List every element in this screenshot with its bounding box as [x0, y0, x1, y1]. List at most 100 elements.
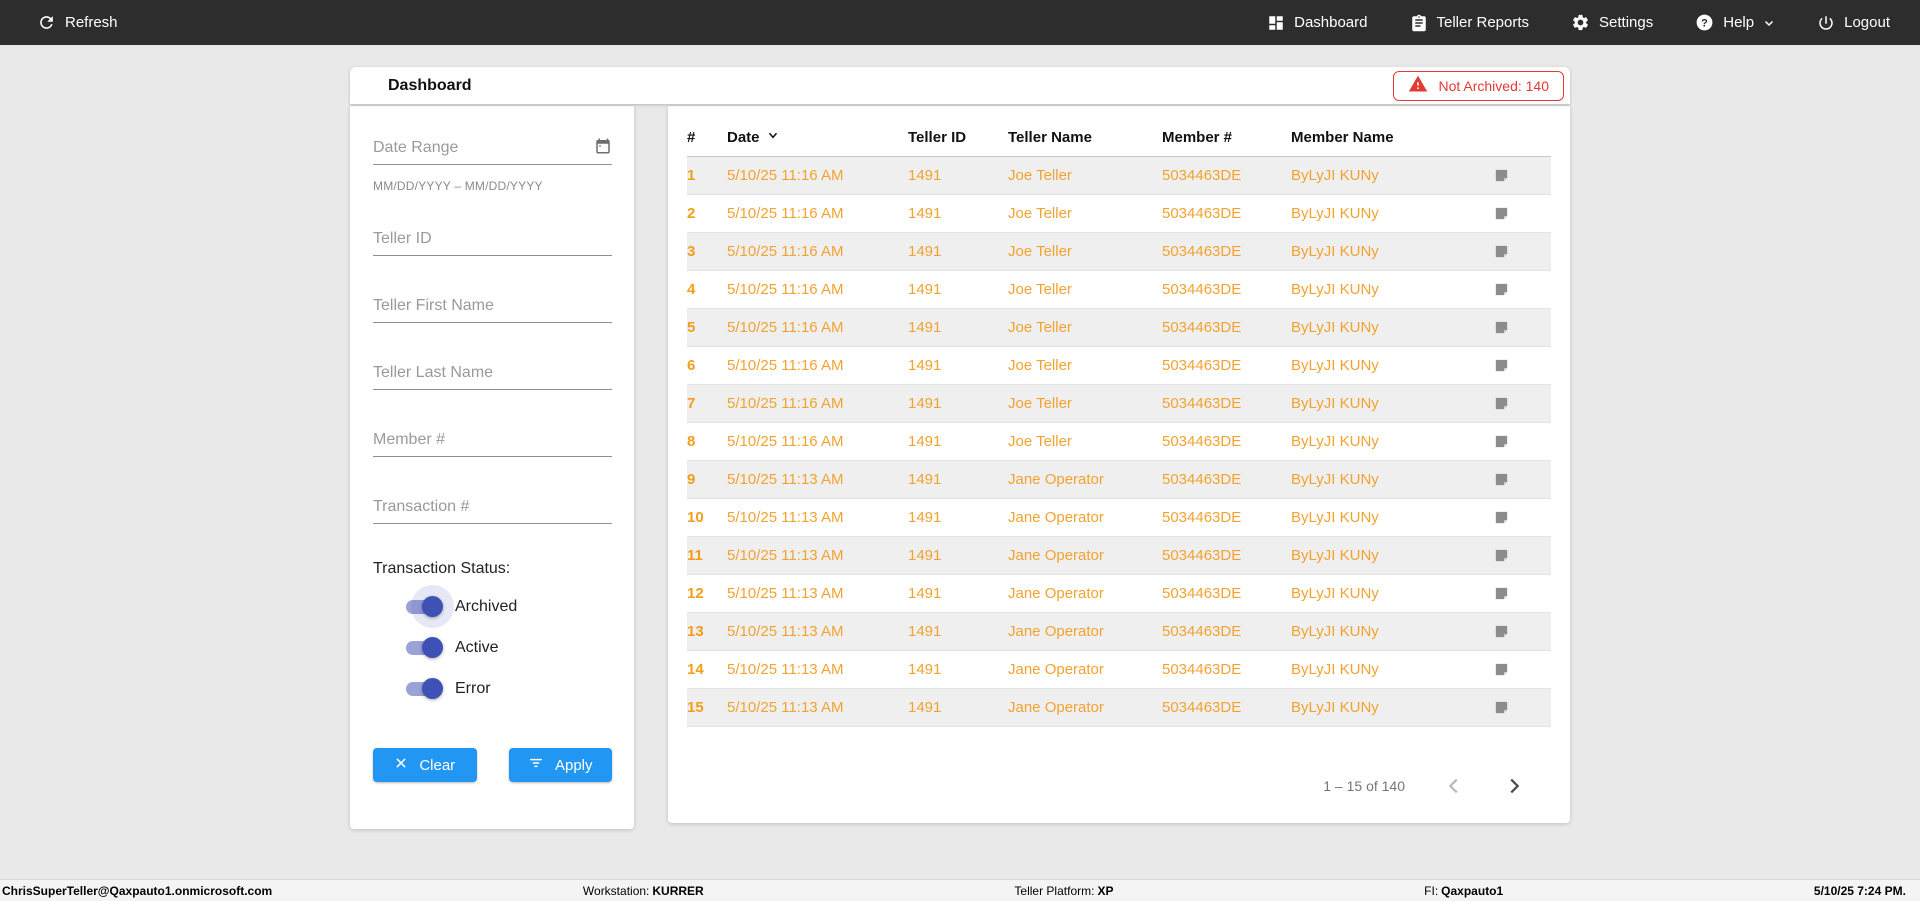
table-row[interactable]: 9 5/10/25 11:13 AM 1491 Jane Operator 50…	[687, 461, 1551, 499]
cell-date: 5/10/25 11:16 AM	[727, 167, 844, 184]
note-icon[interactable]	[1493, 471, 1510, 488]
cell-date: 5/10/25 11:16 AM	[727, 433, 844, 450]
note-icon[interactable]	[1493, 623, 1510, 640]
nav-settings[interactable]: Settings	[1571, 0, 1653, 45]
cell-member-number: 5034463DE	[1162, 623, 1242, 640]
teller-last-name-field	[373, 359, 612, 390]
teller-first-name-input[interactable]	[373, 292, 612, 323]
member-number-input[interactable]	[373, 426, 612, 457]
toggle-archived[interactable]: Archived	[406, 585, 612, 628]
cell-date: 5/10/25 11:13 AM	[727, 547, 844, 564]
clear-button-label: Clear	[419, 756, 456, 774]
settings-icon	[1571, 13, 1590, 32]
toggle-error-thumb	[422, 678, 443, 699]
cell-teller-id: 1491	[908, 167, 942, 184]
teller-id-input[interactable]	[373, 225, 612, 256]
table-row[interactable]: 14 5/10/25 11:13 AM 1491 Jane Operator 5…	[687, 651, 1551, 689]
column-header-number: #	[687, 128, 696, 146]
clear-button[interactable]: Clear	[373, 748, 477, 782]
table-row[interactable]: 8 5/10/25 11:16 AM 1491 Joe Teller 50344…	[687, 423, 1551, 461]
status-platform: Teller Platform: XP	[1014, 884, 1113, 898]
note-icon[interactable]	[1493, 699, 1510, 716]
note-icon[interactable]	[1493, 395, 1510, 412]
next-page-button[interactable]	[1503, 775, 1525, 797]
cell-row-number: 12	[687, 585, 704, 602]
cell-teller-name: Jane Operator	[1008, 509, 1104, 526]
refresh-button[interactable]: Refresh	[37, 0, 118, 45]
note-icon[interactable]	[1493, 433, 1510, 450]
note-icon[interactable]	[1493, 167, 1510, 184]
column-header-member-number: Member #	[1162, 128, 1233, 146]
table-body: 1 5/10/25 11:16 AM 1491 Joe Teller 50344…	[687, 157, 1551, 727]
status-user: ChrisSuperTeller@Qaxpauto1.onmicrosoft.c…	[2, 883, 273, 898]
table-row[interactable]: 6 5/10/25 11:16 AM 1491 Joe Teller 50344…	[687, 347, 1551, 385]
transaction-number-input[interactable]	[373, 493, 612, 524]
note-icon[interactable]	[1493, 243, 1510, 260]
teller-last-name-input[interactable]	[373, 359, 612, 390]
nav-help-label: Help	[1723, 14, 1755, 31]
cell-teller-name: Jane Operator	[1008, 585, 1104, 602]
toggle-active-label: Active	[455, 639, 499, 656]
teller-first-name-field	[373, 292, 612, 323]
table-row[interactable]: 12 5/10/25 11:13 AM 1491 Jane Operator 5…	[687, 575, 1551, 613]
previous-page-button[interactable]	[1443, 775, 1465, 797]
note-icon[interactable]	[1493, 509, 1510, 526]
cell-row-number: 14	[687, 661, 704, 678]
cell-member-name: ByLyJI KUNy	[1291, 357, 1379, 374]
logout-icon	[1817, 14, 1835, 32]
note-icon[interactable]	[1493, 357, 1510, 374]
table-row[interactable]: 2 5/10/25 11:16 AM 1491 Joe Teller 50344…	[687, 195, 1551, 233]
cell-member-number: 5034463DE	[1162, 357, 1242, 374]
note-icon[interactable]	[1493, 281, 1510, 298]
note-icon[interactable]	[1493, 205, 1510, 222]
table-row[interactable]: 5 5/10/25 11:16 AM 1491 Joe Teller 50344…	[687, 309, 1551, 347]
help-icon: ?	[1695, 13, 1714, 32]
table-row[interactable]: 3 5/10/25 11:16 AM 1491 Joe Teller 50344…	[687, 233, 1551, 271]
cell-teller-name: Joe Teller	[1008, 243, 1072, 260]
nav-logout[interactable]: Logout	[1817, 0, 1890, 45]
note-icon[interactable]	[1493, 661, 1510, 678]
apply-button[interactable]: Apply	[508, 748, 612, 782]
top-navigation-bar: Refresh Dashboard Teller Reports Setting…	[0, 0, 1920, 45]
table-row[interactable]: 15 5/10/25 11:13 AM 1491 Jane Operator 5…	[687, 689, 1551, 727]
status-datetime: 5/10/25 7:24 PM.	[1813, 883, 1906, 898]
cell-member-name: ByLyJI KUNy	[1291, 319, 1379, 336]
toggle-archived-thumb	[422, 596, 443, 617]
toggle-error[interactable]: Error	[406, 676, 612, 702]
column-header-date[interactable]: Date	[727, 128, 908, 146]
table-row[interactable]: 11 5/10/25 11:13 AM 1491 Jane Operator 5…	[687, 537, 1551, 575]
note-icon[interactable]	[1493, 319, 1510, 336]
cell-teller-name: Joe Teller	[1008, 357, 1072, 374]
note-icon[interactable]	[1493, 585, 1510, 602]
nav-settings-label: Settings	[1599, 14, 1654, 31]
cell-teller-id: 1491	[908, 433, 942, 450]
table-row[interactable]: 10 5/10/25 11:13 AM 1491 Jane Operator 5…	[687, 499, 1551, 537]
toggle-active[interactable]: Active	[406, 635, 612, 661]
close-icon	[394, 756, 408, 774]
nav-dashboard[interactable]: Dashboard	[1267, 0, 1368, 45]
table-row[interactable]: 7 5/10/25 11:16 AM 1491 Joe Teller 50344…	[687, 385, 1551, 423]
cell-member-number: 5034463DE	[1162, 699, 1242, 716]
table-row[interactable]: 4 5/10/25 11:16 AM 1491 Joe Teller 50344…	[687, 271, 1551, 309]
cell-member-number: 5034463DE	[1162, 395, 1242, 412]
table-row[interactable]: 13 5/10/25 11:13 AM 1491 Jane Operator 5…	[687, 613, 1551, 651]
cell-member-name: ByLyJI KUNy	[1291, 661, 1379, 678]
nav-teller-reports[interactable]: Teller Reports	[1410, 0, 1529, 45]
date-range-input[interactable]	[373, 134, 612, 165]
cell-member-number: 5034463DE	[1162, 205, 1242, 222]
cell-date: 5/10/25 11:13 AM	[727, 623, 844, 640]
cell-member-number: 5034463DE	[1162, 585, 1242, 602]
nav-help[interactable]: ? Help	[1695, 0, 1775, 45]
toggle-error-track	[406, 678, 443, 699]
note-icon[interactable]	[1493, 547, 1510, 564]
cell-teller-name: Jane Operator	[1008, 699, 1104, 716]
cell-member-number: 5034463DE	[1162, 509, 1242, 526]
cell-teller-id: 1491	[908, 281, 942, 298]
cell-row-number: 10	[687, 509, 704, 526]
cell-member-name: ByLyJI KUNy	[1291, 623, 1379, 640]
calendar-icon[interactable]	[594, 137, 612, 158]
cell-teller-id: 1491	[908, 205, 942, 222]
workstation-label: Workstation:	[582, 883, 650, 898]
table-row[interactable]: 1 5/10/25 11:16 AM 1491 Joe Teller 50344…	[687, 157, 1551, 195]
not-archived-badge-label: Not Archived: 140	[1438, 77, 1549, 94]
